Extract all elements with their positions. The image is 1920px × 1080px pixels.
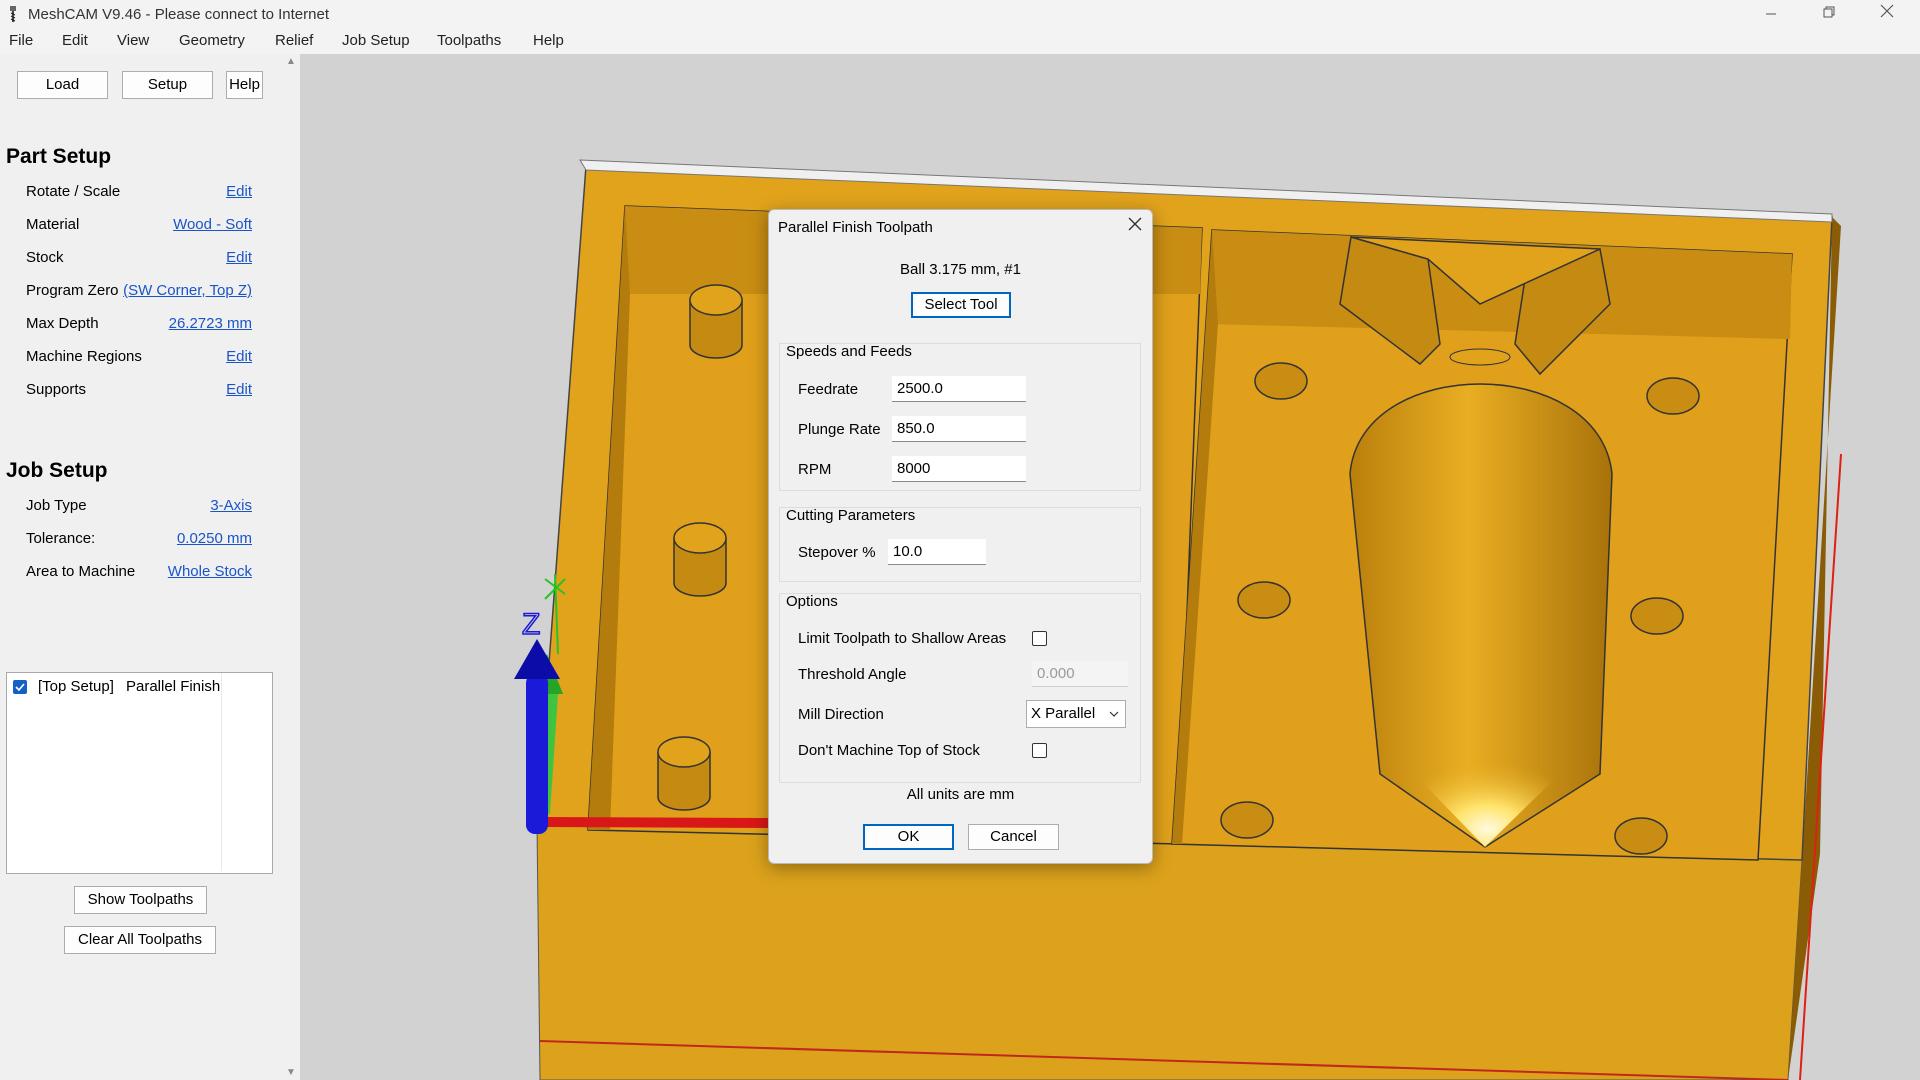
close-icon <box>1128 217 1142 231</box>
job-type-label: Job Type <box>26 497 87 514</box>
menu-geometry[interactable]: Geometry <box>179 32 245 49</box>
toolpath-name: Parallel Finish <box>126 678 221 695</box>
max-depth-label: Max Depth <box>26 315 99 332</box>
minimize-button[interactable] <box>1748 0 1794 30</box>
options-label: Options <box>786 593 838 610</box>
options-group: Options Limit Toolpath to Shallow Areas … <box>779 593 1141 783</box>
cancel-button[interactable]: Cancel <box>968 824 1059 850</box>
machine-regions-label: Machine Regions <box>26 348 142 365</box>
program-zero-link[interactable]: (SW Corner, Top Z) <box>123 282 252 299</box>
feedrate-label: Feedrate <box>798 381 859 398</box>
dont-machine-top-label: Don't Machine Top of Stock <box>798 742 980 759</box>
supports-label: Supports <box>26 381 87 398</box>
title-bar: MeshCAM V9.46 - Please connect to Intern… <box>0 0 1920 30</box>
restore-icon <box>1823 6 1835 18</box>
select-tool-button[interactable]: Select Tool <box>911 292 1011 318</box>
close-icon <box>1880 4 1894 18</box>
ok-button[interactable]: OK <box>863 824 954 850</box>
help-button[interactable]: Help <box>226 71 263 99</box>
stepover-label: Stepover % <box>798 544 876 561</box>
toolpath-list[interactable]: [Top Setup] Parallel Finish <box>6 672 273 874</box>
meshcam-app-icon <box>10 6 16 22</box>
dialog-title: Parallel Finish Toolpath <box>778 219 933 236</box>
checkmark-icon <box>15 683 25 692</box>
feedrate-input[interactable] <box>892 376 1026 402</box>
dont-machine-top-checkbox[interactable] <box>1032 743 1047 758</box>
stepover-input[interactable] <box>888 539 986 565</box>
toolpath-setup-name: [Top Setup] <box>38 678 114 695</box>
job-type-link[interactable]: 3-Axis <box>210 497 252 514</box>
stock-edit-link[interactable]: Edit <box>226 249 252 266</box>
part-setup-heading: Part Setup <box>6 145 112 168</box>
left-panel-scrollbar[interactable]: ▲ ▼ <box>283 54 300 1080</box>
speeds-feeds-group: Speeds and Feeds Feedrate Plunge Rate RP… <box>779 343 1141 491</box>
menu-edit[interactable]: Edit <box>62 32 88 49</box>
supports-edit-link[interactable]: Edit <box>226 381 252 398</box>
plunge-rate-input[interactable] <box>892 416 1026 442</box>
cutting-parameters-group: Cutting Parameters Stepover % <box>779 507 1141 582</box>
load-button[interactable]: Load <box>17 71 108 99</box>
cutting-parameters-label: Cutting Parameters <box>786 507 916 524</box>
speeds-feeds-label: Speeds and Feeds <box>786 343 912 360</box>
area-to-machine-link[interactable]: Whole Stock <box>168 563 252 580</box>
rotate-scale-label: Rotate / Scale <box>26 183 121 200</box>
chevron-down-icon <box>1109 701 1119 737</box>
menu-view[interactable]: View <box>117 32 149 49</box>
restore-button[interactable] <box>1806 0 1852 30</box>
program-zero-label: Program Zero <box>26 282 119 299</box>
stock-label: Stock <box>26 249 64 266</box>
plunge-rate-label: Plunge Rate <box>798 421 881 438</box>
scroll-up-icon[interactable]: ▲ <box>286 56 296 67</box>
menu-relief[interactable]: Relief <box>275 32 313 49</box>
limit-shallow-checkbox[interactable] <box>1032 631 1047 646</box>
z-axis-label: Z <box>522 608 540 641</box>
scroll-down-icon[interactable]: ▼ <box>286 1067 296 1078</box>
mill-direction-label: Mill Direction <box>798 706 884 723</box>
mill-direction-value: X Parallel <box>1031 705 1096 722</box>
dialog-close-button[interactable] <box>1128 214 1142 237</box>
tool-description: Ball 3.175 mm, #1 <box>900 261 1021 278</box>
menu-help[interactable]: Help <box>533 32 564 49</box>
rpm-input[interactable] <box>892 456 1026 482</box>
left-panel: Load Setup Help Part Setup Rotate / Scal… <box>0 54 283 1080</box>
close-window-button[interactable] <box>1864 0 1910 30</box>
job-setup-heading: Job Setup <box>6 459 108 482</box>
threshold-angle-input <box>1032 661 1128 687</box>
list-column-divider <box>221 673 222 871</box>
menu-file[interactable]: File <box>9 32 33 49</box>
mill-direction-select[interactable]: X Parallel <box>1026 700 1126 728</box>
tolerance-label: Tolerance: <box>26 530 96 547</box>
machine-regions-edit-link[interactable]: Edit <box>226 348 252 365</box>
menu-toolpaths[interactable]: Toolpaths <box>437 32 501 49</box>
show-toolpaths-button[interactable]: Show Toolpaths <box>74 886 207 914</box>
limit-shallow-label: Limit Toolpath to Shallow Areas <box>798 630 1007 647</box>
setup-button[interactable]: Setup <box>122 71 213 99</box>
window-title: MeshCAM V9.46 - Please connect to Intern… <box>28 6 329 23</box>
area-to-machine-label: Area to Machine <box>26 563 136 580</box>
material-link[interactable]: Wood - Soft <box>173 216 252 233</box>
toolpath-enabled-checkbox[interactable] <box>13 680 27 694</box>
units-note: All units are mm <box>906 786 1015 803</box>
clear-all-toolpaths-button[interactable]: Clear All Toolpaths <box>64 926 216 954</box>
menu-bar: File Edit View Geometry Relief Job Setup… <box>0 30 1920 54</box>
max-depth-link[interactable]: 26.2723 mm <box>169 315 252 332</box>
material-label: Material <box>26 216 80 233</box>
threshold-angle-label: Threshold Angle <box>798 666 907 683</box>
parallel-finish-dialog: Parallel Finish Toolpath Ball 3.175 mm, … <box>768 209 1153 864</box>
minimize-icon <box>1766 13 1776 15</box>
menu-job-setup[interactable]: Job Setup <box>342 32 410 49</box>
tolerance-link[interactable]: 0.0250 mm <box>177 530 252 547</box>
rotate-scale-edit-link[interactable]: Edit <box>226 183 252 200</box>
rpm-label: RPM <box>798 461 832 478</box>
